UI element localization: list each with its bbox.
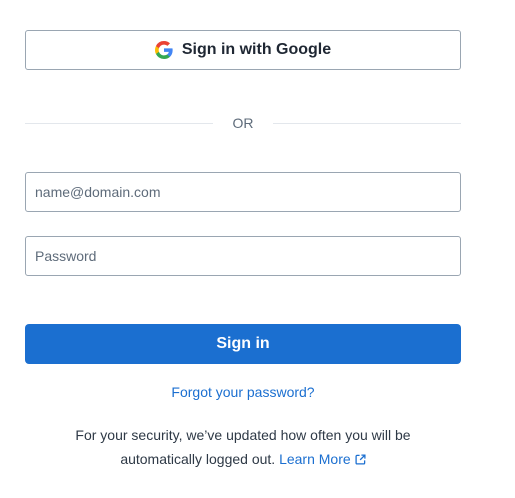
divider-line-left bbox=[25, 122, 213, 124]
divider-label: OR bbox=[232, 115, 254, 131]
external-link-icon bbox=[355, 448, 366, 465]
learn-more-label: Learn More bbox=[279, 451, 351, 467]
security-notice: For your security, we’ve updated how oft… bbox=[25, 423, 461, 471]
sign-in-form: Sign in with Google OR Sign in Forgot yo… bbox=[0, 0, 515, 498]
forgot-password-link[interactable]: Forgot your password? bbox=[25, 384, 461, 400]
password-field-wrapper bbox=[25, 236, 461, 276]
learn-more-link[interactable]: Learn More bbox=[279, 451, 366, 467]
google-button-label: Sign in with Google bbox=[181, 41, 332, 58]
sign-in-with-google-button[interactable]: Sign in with Google bbox=[25, 30, 461, 70]
email-field[interactable] bbox=[26, 173, 460, 211]
notice-line-1: For your security, we’ve updated how oft… bbox=[75, 427, 411, 443]
sign-in-button[interactable]: Sign in bbox=[25, 324, 461, 364]
email-field-wrapper bbox=[25, 172, 461, 212]
or-divider: OR bbox=[25, 113, 461, 133]
google-icon bbox=[154, 41, 173, 59]
notice-line-2: automatically logged out. bbox=[120, 451, 276, 467]
divider-line-right bbox=[273, 122, 461, 124]
password-field[interactable] bbox=[26, 237, 460, 275]
